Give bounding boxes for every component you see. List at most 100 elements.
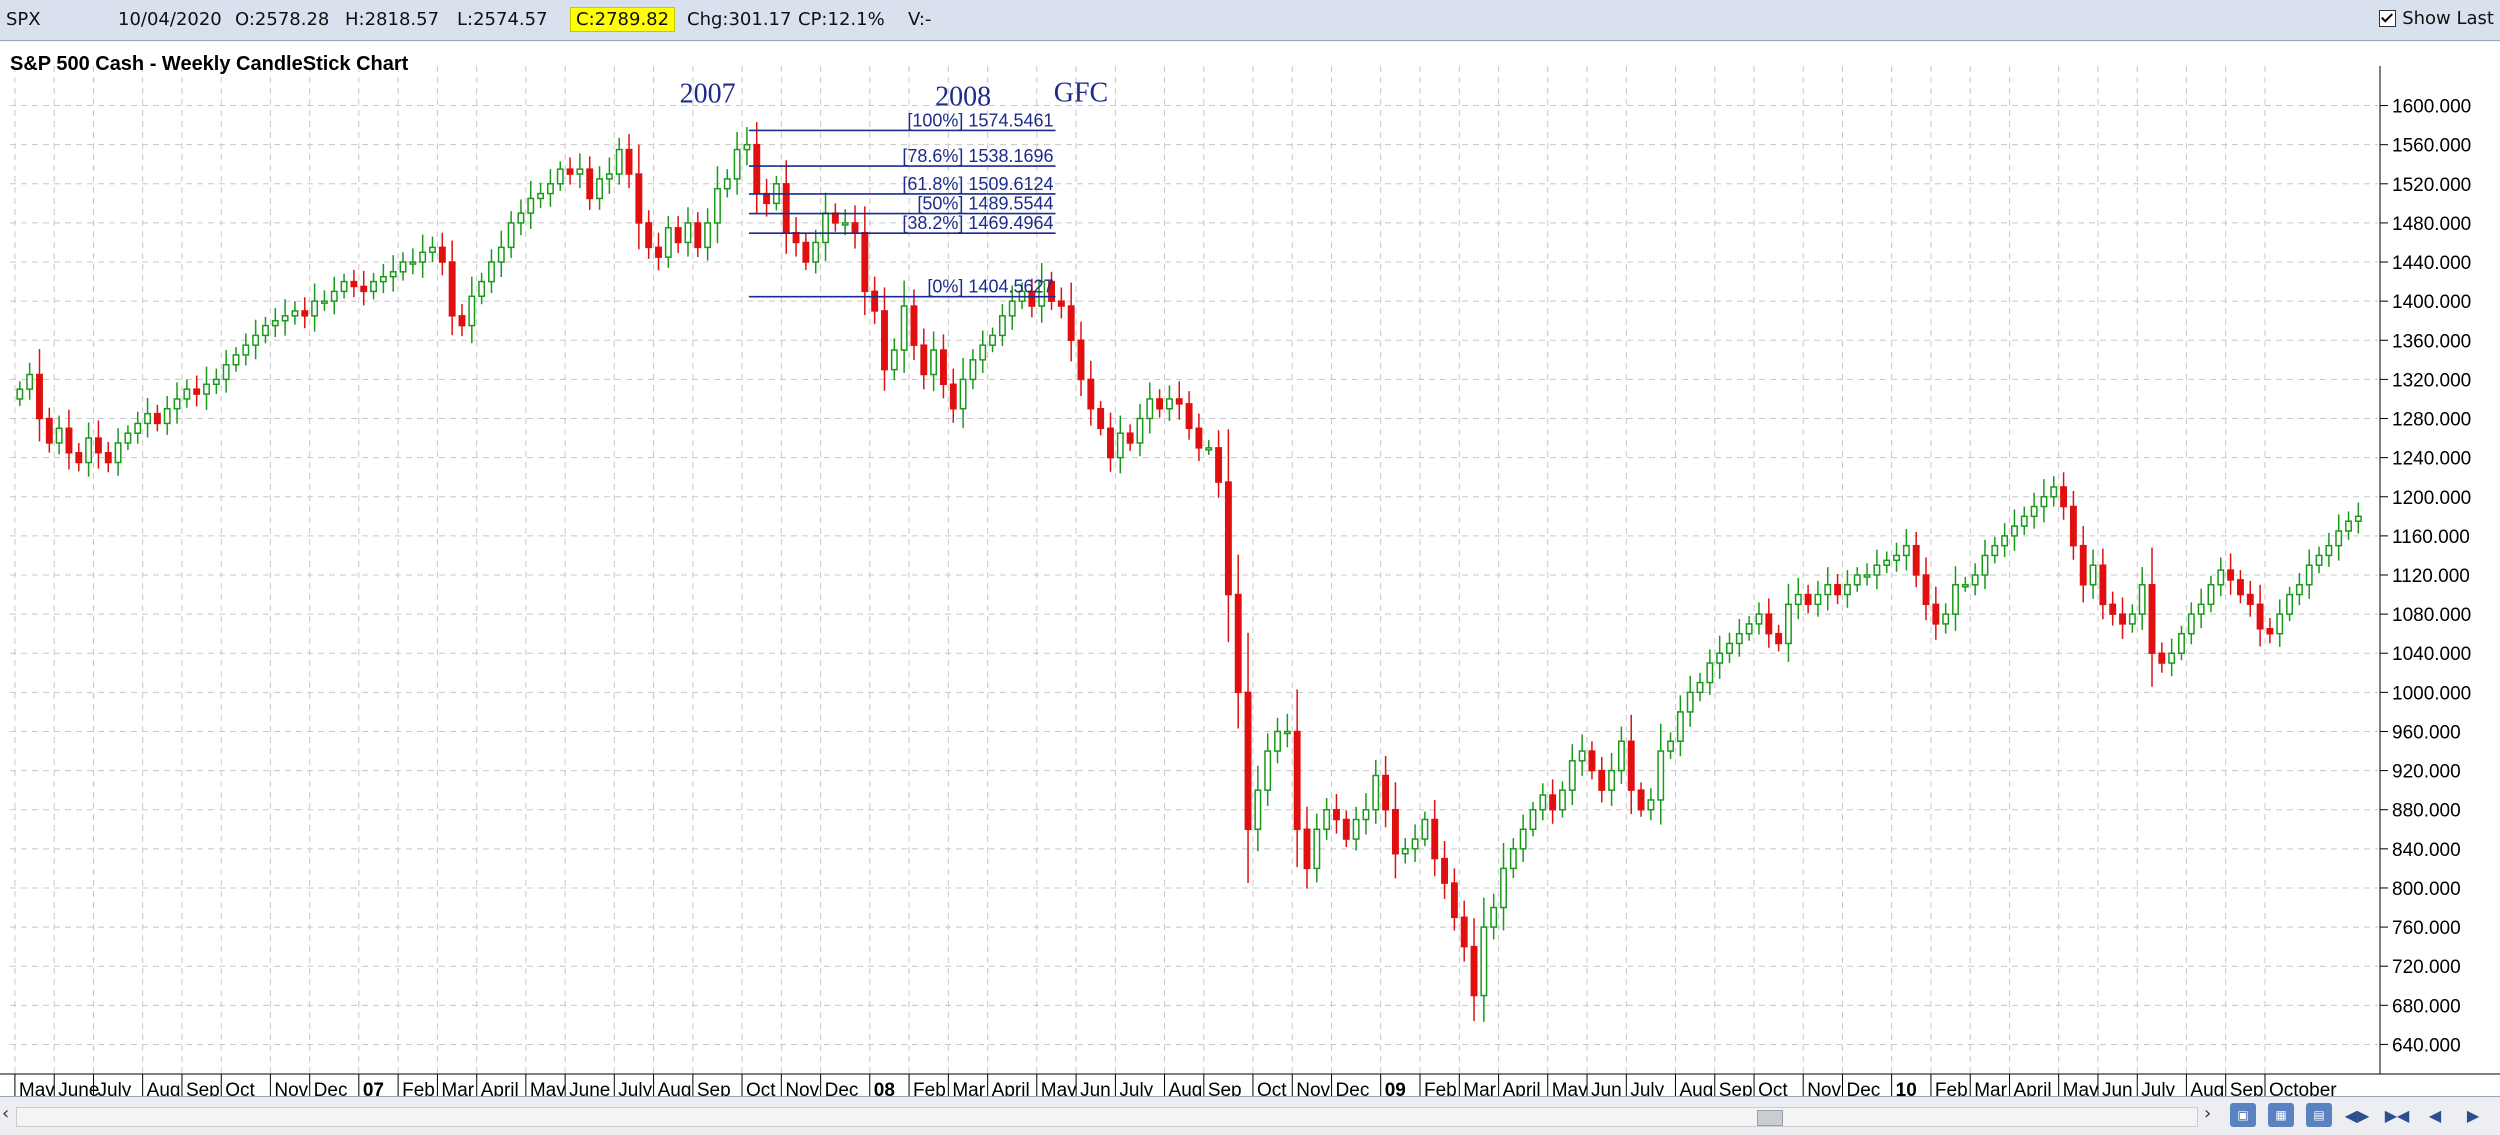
x-tick-label: Dec [825,1080,859,1096]
candle-body [1175,398,1183,405]
y-tick-label: 640.000 [2392,1035,2461,1056]
y-tick-label: 960.000 [2392,722,2461,743]
show-last-checkbox[interactable] [2379,10,2397,27]
candle-body [1637,789,1645,811]
candle-body [1264,750,1272,791]
x-tick-label: May [19,1080,55,1096]
candle-body [1814,593,1822,606]
x-tick-label: Aug [1679,1080,1713,1096]
candle-body [556,168,564,185]
candle-body [1578,750,1586,762]
candle-body [949,383,957,410]
candle-body [222,363,230,381]
candle-body [497,246,505,263]
y-tick-label: 1560.000 [2392,136,2471,157]
candle-body [1067,305,1075,342]
candle-body [586,168,594,200]
x-tick-label: Aug [1169,1080,1203,1096]
zoom-out-icon[interactable]: ◀▶ [2344,1103,2370,1127]
candle-body [193,388,201,395]
candle-body [1116,432,1124,459]
candle-body [1519,828,1527,850]
x-tick-label: April [481,1080,519,1096]
candle-body [1608,769,1616,791]
x-tick-label: Jun [1591,1080,1622,1096]
x-tick-label: Aug [147,1080,181,1096]
candle-body [26,373,34,390]
candle-body [1156,398,1164,410]
scroll-forward-icon[interactable]: ▶ [2460,1103,2486,1127]
candle-body [2168,652,2176,664]
y-tick-label: 1280.000 [2392,410,2471,431]
candle-body [242,344,250,356]
candle-body [1853,574,1861,586]
y-tick-label: 680.000 [2392,996,2461,1017]
candle-body [1598,769,1606,791]
candle-body [65,427,73,454]
fib-level-label: [0%] 1404.5627 [927,277,1053,297]
candle-body [55,427,63,444]
candle-body [743,143,751,151]
candle-body [635,173,643,224]
candle-body [1971,574,1979,586]
candle-body [232,354,240,366]
x-tick-label: July [1630,1080,1664,1096]
x-tick-label: 10 [1896,1080,1917,1096]
candle-body [2001,535,2009,547]
chart-annotation: 2008 [935,82,991,113]
x-tick-label: Sep [697,1080,731,1096]
candle-body [2315,554,2323,566]
candle-body [527,197,535,214]
candle-body [1549,794,1557,811]
candle-body [1873,564,1881,576]
candle-body [1313,828,1321,870]
horizontal-scrollbar[interactable] [16,1107,2198,1127]
candle-body [488,261,495,283]
candle-body [370,280,378,293]
y-tick-label: 1000.000 [2392,683,2471,704]
candle-body [1274,730,1281,752]
show-last-toggle[interactable]: Show Last [2379,8,2494,29]
x-tick-label: July [2141,1080,2175,1096]
candle-body [1726,642,1733,654]
candle-body [1283,730,1291,735]
y-tick-label: 1400.000 [2392,292,2471,313]
lock-icon[interactable]: ▤ [2306,1103,2332,1127]
scroll-right-arrow-icon[interactable]: › [2204,1103,2211,1124]
candle-body [1165,398,1173,410]
candle-body [733,148,741,180]
candle-body [1922,574,1930,606]
candle-body [1706,662,1714,684]
candle-body [2079,544,2087,586]
zoom-in-icon[interactable]: ▶◀ [2384,1103,2410,1127]
candle-body [330,290,338,302]
candle-body [890,349,898,371]
candle-body [2295,584,2303,596]
scroll-back-icon[interactable]: ◀ [2422,1103,2448,1127]
candle-body [969,359,977,381]
scroll-thumb[interactable] [1757,1110,1783,1126]
candle-body [959,378,967,410]
candle-body [2020,515,2028,527]
candle-body [94,437,102,454]
candle-body [1087,378,1095,410]
y-tick-label: 720.000 [2392,957,2461,978]
fib-level-label: [78.6%] 1538.1696 [902,146,1053,166]
candle-body [2305,564,2313,586]
candle-body [674,227,682,244]
candle-body [871,290,879,312]
candlestick-chart[interactable]: [100%] 1574.5461 [78.6%] 1538.1696 [61.8%]… [0,42,2500,1096]
candle-body [576,168,584,175]
chart-background [0,42,2500,1096]
scroll-left-arrow-icon[interactable]: ‹ [2,1103,9,1124]
candle-body [979,344,987,361]
chart-tool-icon[interactable]: ▣ [2230,1103,2256,1127]
candle-body [203,383,210,395]
candle-body [1539,794,1547,811]
save-icon[interactable]: ▦ [2268,1103,2294,1127]
candle-body [1568,760,1576,791]
candle-body [419,251,427,263]
candle-body [1342,818,1350,840]
candle-body [2345,520,2352,532]
candle-body [1735,632,1743,645]
